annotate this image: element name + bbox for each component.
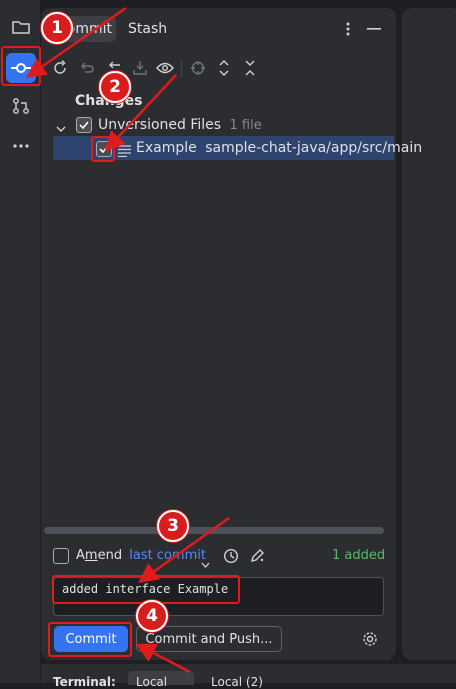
step-badge-4: 4 [136, 600, 168, 632]
step-badge-3: 3 [157, 510, 189, 542]
annotation-arrow-4 [135, 643, 191, 674]
step-badge-2: 2 [99, 71, 131, 103]
step-badge-1: 1 [41, 12, 73, 44]
annotation-arrows [25, 6, 230, 674]
